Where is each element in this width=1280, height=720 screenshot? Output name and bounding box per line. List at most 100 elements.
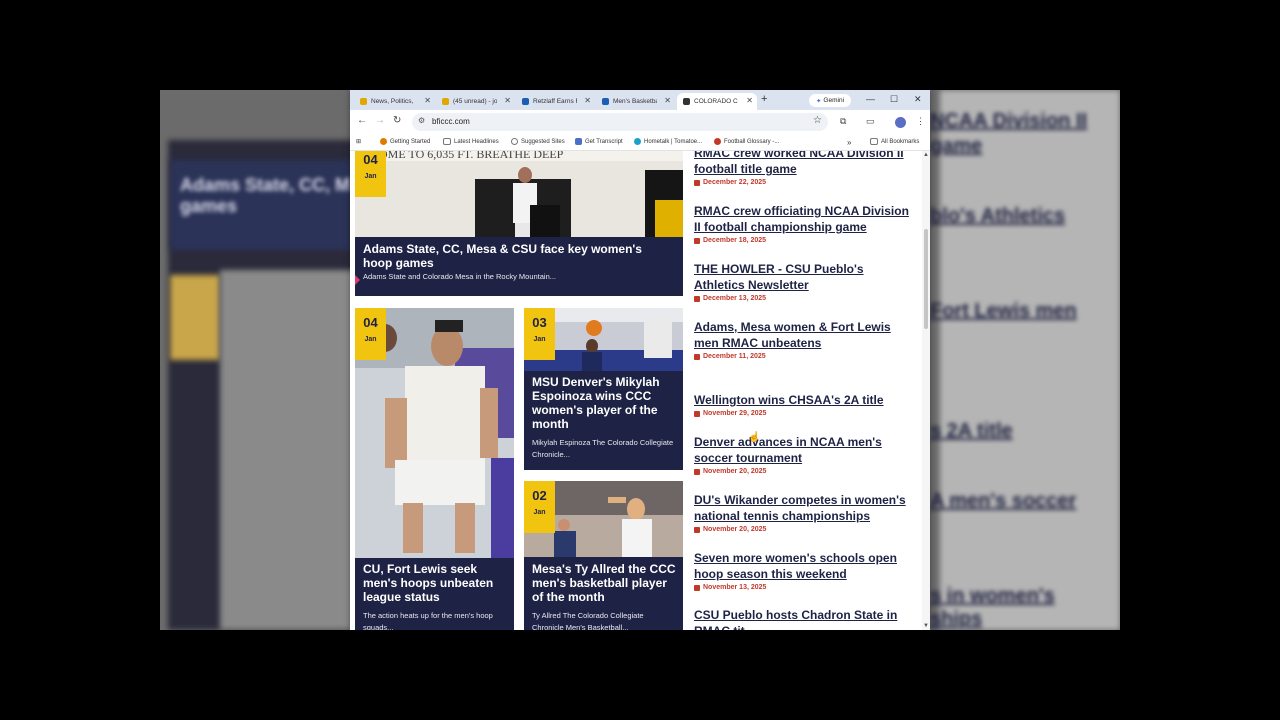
date-badge: 02 Jan	[524, 481, 555, 533]
article-excerpt: The action heats up for the men's hoop s…	[363, 611, 493, 630]
close-tab-icon[interactable]: ✕	[664, 96, 671, 105]
minimize-button[interactable]: —	[866, 94, 875, 104]
bookmark-get-transcript[interactable]: Get Transcript	[575, 138, 623, 145]
apps-grid-icon[interactable]: ⊞	[356, 138, 361, 145]
news-headline-link[interactable]: RMAC crew worked NCAA Division II footba…	[694, 151, 910, 177]
scroll-down-arrow-icon[interactable]: ▼	[923, 623, 929, 629]
star-favicon-icon	[683, 98, 690, 105]
tab-search-icon[interactable]: ▭	[866, 116, 875, 127]
article-title[interactable]: CU, Fort Lewis seek men's hoops unbeaten…	[363, 562, 508, 604]
article-excerpt: Adams State and Colorado Mesa in the Roc…	[363, 272, 557, 281]
forward-arrow-icon[interactable]: →	[375, 115, 385, 126]
scroll-up-arrow-icon[interactable]: ▲	[923, 152, 929, 158]
toolbar: ← → ↻ ⚙ bficcc.com ☆ ⧉ ▭ ⋮	[350, 110, 930, 134]
hometalk-icon	[634, 138, 641, 145]
scrollbar-thumb[interactable]	[924, 229, 928, 329]
close-tab-icon[interactable]: ✕	[584, 96, 591, 105]
news-headline-link[interactable]: Wellington wins CHSAA's 2A title	[694, 392, 910, 408]
news-date: November 13, 2025	[694, 584, 910, 591]
browser-window: News, Politics, S ✕ (45 unread) - jo ✕ R…	[350, 90, 930, 630]
news-headline-link[interactable]: Denver advances in NCAA men's soccer tou…	[694, 434, 910, 466]
firefox-icon	[380, 138, 387, 145]
article-title[interactable]: MSU Denver's Mikylah Espoinoza wins CCC …	[532, 375, 677, 431]
news-item[interactable]: THE HOWLER - CSU Pueblo's Athletics News…	[694, 261, 910, 302]
page-scrollbar[interactable]: ▲ ▼	[922, 151, 930, 630]
site-favicon-icon	[522, 98, 529, 105]
article-excerpt: Mikylah Espinoza The Colorado Collegiate…	[532, 438, 674, 459]
site-info-icon[interactable]: ⚙	[418, 116, 425, 125]
calendar-icon	[694, 353, 700, 360]
article-image: COME TO 6,035 FT. BREATHE DEEP	[355, 151, 683, 237]
maximize-button[interactable]: ☐	[890, 94, 898, 105]
news-headline-link[interactable]: CSU Pueblo hosts Chadron State in RMAC t…	[694, 607, 918, 630]
article-card[interactable]: 03 Jan MSU Denver's Mikylah Espoinoza wi…	[524, 308, 683, 470]
tab-colorado-collegiate[interactable]: COLORADO CO ✕	[677, 93, 757, 110]
site-favicon-icon	[442, 98, 449, 105]
tab-strip: News, Politics, S ✕ (45 unread) - jo ✕ R…	[350, 90, 930, 110]
all-bookmarks[interactable]: All Bookmarks	[870, 138, 919, 145]
bookmark-latest-headlines[interactable]: Latest Headlines	[443, 138, 499, 145]
site-favicon-icon	[360, 98, 367, 105]
tab-mens-basketball[interactable]: Men's Basketball ✕	[596, 93, 675, 110]
article-card[interactable]: 04 Jan CU, Fort Lewis seek men's hoops u…	[355, 308, 514, 630]
bookmark-football-glossary[interactable]: Football Glossary -...	[714, 138, 779, 145]
menu-kebab-icon[interactable]: ⋮	[916, 116, 925, 127]
new-tab-button[interactable]: +	[761, 93, 767, 105]
tab-retzlaff[interactable]: Retzlaff Earns R ✕	[516, 93, 595, 110]
calendar-icon	[694, 584, 700, 591]
bookmark-star-icon[interactable]: ☆	[813, 115, 822, 126]
news-date: December 11, 2025	[694, 353, 910, 360]
news-item[interactable]: Seven more women's schools open hoop sea…	[694, 550, 910, 591]
folder-icon	[443, 138, 451, 145]
news-item[interactable]: DU's Wikander competes in women's nation…	[694, 492, 910, 533]
article-card[interactable]: 02 Jan Mesa's Ty Allred the CCC men's ba…	[524, 481, 683, 630]
bookmark-getting-started[interactable]: Getting Started	[380, 138, 430, 145]
news-headline-link[interactable]: RMAC crew officiating NCAA Division II f…	[694, 203, 910, 235]
calendar-icon	[694, 295, 700, 302]
article-title[interactable]: Adams State, CC, Mesa & CSU face key wom…	[363, 242, 673, 270]
search-icon	[511, 138, 518, 145]
slider-arrow-icon[interactable]	[355, 275, 360, 285]
close-tab-icon[interactable]: ✕	[504, 96, 511, 105]
news-item[interactable]: RMAC crew officiating NCAA Division II f…	[694, 203, 910, 244]
news-date: December 13, 2025	[694, 295, 910, 302]
news-item[interactable]: Denver advances in NCAA men's soccer tou…	[694, 434, 910, 475]
site-favicon-icon	[602, 98, 609, 105]
calendar-icon	[694, 179, 700, 186]
close-tab-icon[interactable]: ✕	[424, 96, 431, 105]
news-item[interactable]: RMAC crew worked NCAA Division II footba…	[694, 151, 910, 186]
bookmark-suggested-sites[interactable]: Suggested Sites	[511, 138, 565, 145]
tab-news-politics[interactable]: News, Politics, S ✕	[354, 93, 435, 110]
news-item[interactable]: Adams, Mesa women & Fort Lewis men RMAC …	[694, 319, 910, 360]
calendar-icon	[694, 410, 700, 417]
profile-avatar[interactable]	[895, 117, 906, 128]
bookmarks-bar: ⊞ Getting Started Latest Headlines Sugge…	[350, 134, 930, 151]
article-card[interactable]: COME TO 6,035 FT. BREATHE DEEP 04 Jan Ad…	[355, 151, 683, 296]
back-arrow-icon[interactable]: ←	[357, 115, 367, 126]
article-excerpt: Ty Allred The Colorado Collegiate Chroni…	[532, 611, 644, 630]
calendar-icon	[694, 237, 700, 244]
extensions-icon[interactable]: ⧉	[840, 116, 846, 127]
more-bookmarks-icon[interactable]: »	[847, 138, 851, 147]
news-headline-link[interactable]: Seven more women's schools open hoop sea…	[694, 550, 910, 582]
news-headline-link[interactable]: THE HOWLER - CSU Pueblo's Athletics News…	[694, 261, 910, 293]
news-item[interactable]: Wellington wins CHSAA's 2A title Novembe…	[694, 392, 910, 417]
news-date: November 20, 2025	[694, 526, 910, 533]
close-window-button[interactable]: ✕	[914, 94, 922, 105]
calendar-icon	[694, 526, 700, 533]
calendar-icon	[694, 468, 700, 475]
url-text[interactable]: bficcc.com	[432, 117, 470, 126]
address-bar[interactable]: ⚙ bficcc.com ☆	[412, 113, 828, 131]
tab-unread-mail[interactable]: (45 unread) - jo ✕	[436, 93, 515, 110]
close-tab-icon[interactable]: ✕	[746, 96, 753, 105]
date-badge: 03 Jan	[524, 308, 555, 360]
bookmark-hometalk[interactable]: Hometalk | Tomatoe...	[634, 138, 702, 145]
gemini-button[interactable]: ✦ Gemini	[809, 94, 851, 107]
news-headline-link[interactable]: DU's Wikander competes in women's nation…	[694, 492, 910, 524]
mouse-cursor-icon: ☝	[748, 432, 761, 443]
news-headline-link[interactable]: Adams, Mesa women & Fort Lewis men RMAC …	[694, 319, 910, 351]
transcript-icon	[575, 138, 582, 145]
reload-icon[interactable]: ↻	[393, 115, 401, 126]
news-item[interactable]: CSU Pueblo hosts Chadron State in RMAC t…	[694, 607, 918, 630]
article-title[interactable]: Mesa's Ty Allred the CCC men's basketbal…	[532, 562, 677, 604]
